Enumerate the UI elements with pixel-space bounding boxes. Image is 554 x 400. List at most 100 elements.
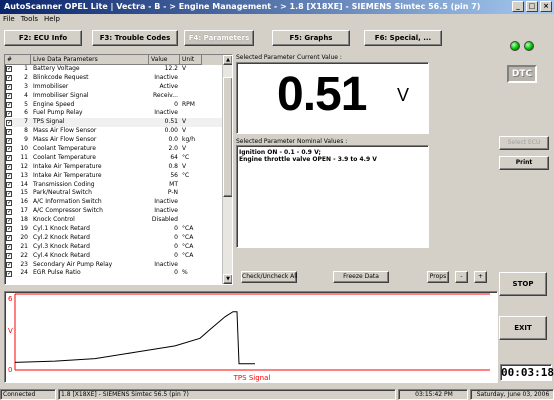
zoom-in-button[interactable]: + <box>474 271 487 283</box>
row-checkbox[interactable]: ✓ <box>5 269 13 278</box>
row-number: 4 <box>24 91 28 99</box>
table-row[interactable]: ✓ 12 Intake Air Temperature 0.8 V <box>5 163 232 172</box>
select-ecu-button[interactable]: Select ECU <box>499 136 549 150</box>
row-checkbox[interactable]: ✓ <box>5 163 13 172</box>
row-checkbox[interactable]: ✓ <box>5 136 13 145</box>
table-row[interactable]: ✓ 8 Mass Air Flow Sensor 0.00 V <box>5 127 232 136</box>
menu-file[interactable]: File <box>3 14 15 25</box>
row-checkbox[interactable]: ✓ <box>5 101 13 110</box>
minimize-button[interactable]: _ <box>512 1 524 12</box>
ecu-info-button[interactable]: F2: ECU Info <box>4 30 82 46</box>
row-checkbox[interactable]: ✓ <box>5 83 13 92</box>
row-unit: V <box>182 145 187 153</box>
row-number: 16 <box>20 198 28 206</box>
row-checkbox[interactable]: ✓ <box>5 109 13 118</box>
table-row[interactable]: ✓ 15 Park/Neutral Switch P-N <box>5 189 232 198</box>
table-row[interactable]: ✓ 9 Mass Air Flow Sensor 0.0 kg/h <box>5 136 232 145</box>
row-parameter-name: Fuel Pump Relay <box>33 109 83 117</box>
list-scrollbar[interactable]: ▲ ▼ <box>222 55 232 284</box>
checkmark-icon: ✓ <box>6 127 13 135</box>
row-checkbox[interactable]: ✓ <box>5 207 13 216</box>
row-checkbox[interactable]: ✓ <box>5 216 13 225</box>
header-unit: Unit <box>180 55 202 65</box>
row-parameter-name: Immobiliser <box>33 82 69 90</box>
row-value: Disabled <box>151 216 178 224</box>
row-value: P-N <box>167 189 178 197</box>
table-row[interactable]: ✓ 24 EGR Pulse Ratio 0% <box>5 269 232 278</box>
status-time: 03:15:42 PM <box>398 389 468 400</box>
row-checkbox[interactable]: ✓ <box>5 145 13 154</box>
checkmark-icon: ✓ <box>6 234 13 242</box>
status-led-1 <box>510 41 520 51</box>
zoom-out-button[interactable]: - <box>455 271 468 283</box>
row-checkbox[interactable]: ✓ <box>5 181 13 190</box>
table-row[interactable]: ✓ 14 Transmission Coding MT <box>5 181 232 190</box>
row-parameter-name: Immobiliser Signal <box>33 91 89 99</box>
scroll-up-arrow-icon[interactable]: ▲ <box>223 55 232 65</box>
maximize-button[interactable]: □ <box>526 1 538 12</box>
graphs-button[interactable]: F5: Graphs <box>272 30 350 46</box>
table-row[interactable]: ✓ 11 Coolant Temperature 64 °C <box>5 154 232 163</box>
table-row[interactable]: ✓ 3 Immobiliser Active <box>5 83 232 92</box>
row-value: 0 <box>174 269 178 277</box>
row-checkbox[interactable]: ✓ <box>5 234 13 243</box>
row-checkbox[interactable]: ✓ <box>5 74 13 83</box>
row-unit: RPM <box>182 100 195 108</box>
print-button[interactable]: Print <box>499 156 549 170</box>
table-row[interactable]: ✓ 1 Battery Voltage 12.2 V <box>5 65 232 74</box>
table-row[interactable]: ✓ 6 Fuel Pump Relay Inactive <box>5 109 232 118</box>
parameters-button[interactable]: F4: Parameters <box>184 30 254 46</box>
table-row[interactable]: ✓ 5 Engine Speed 0 RPM <box>5 101 232 110</box>
row-checkbox[interactable]: ✓ <box>5 198 13 207</box>
table-row[interactable]: ✓ 4 Immobiliser Signal Receiv... <box>5 92 232 101</box>
row-value: 0.8 <box>168 162 178 170</box>
table-row[interactable]: ✓ 2 Blinkcode Request Inactive <box>5 74 232 83</box>
menu-help[interactable]: Help <box>44 14 60 25</box>
status-ecu: 1.8 [X18XE] - SIEMENS Simtec 56.5 (pin 7… <box>58 389 396 400</box>
props-button[interactable]: Props <box>427 271 449 283</box>
special-button[interactable]: F6: Special, ... <box>364 30 442 46</box>
row-unit <box>180 207 202 216</box>
exit-button[interactable]: EXIT <box>499 316 547 340</box>
row-checkbox[interactable]: ✓ <box>5 118 13 127</box>
table-row[interactable]: ✓ 7 TPS Signal 0.51 V <box>5 118 232 128</box>
checkmark-icon: ✓ <box>6 109 13 117</box>
table-row[interactable]: ✓ 23 Secondary Air Pump Relay Inactive <box>5 261 232 270</box>
row-checkbox[interactable]: ✓ <box>5 65 13 74</box>
table-row[interactable]: ✓ 22 Cyl.4 Knock Retard 0 °CA <box>5 252 232 261</box>
freeze-data-button[interactable]: Freeze Data <box>333 271 389 283</box>
trouble-codes-button[interactable]: F3: Trouble Codes <box>92 30 178 46</box>
table-row[interactable]: ✓ 16 A/C Information Switch Inactive <box>5 198 232 207</box>
row-checkbox[interactable]: ✓ <box>5 92 13 101</box>
row-parameter-name: Transmission Coding <box>33 180 95 188</box>
table-row[interactable]: ✓ 19 Cyl.1 Knock Retard 0 °CA <box>5 225 232 234</box>
menu-tools[interactable]: Tools <box>21 14 38 25</box>
row-parameter-name: Cyl.2 Knock Retard <box>33 233 90 241</box>
row-parameter-name: Cyl.4 Knock Retard <box>33 251 90 259</box>
scroll-down-arrow-icon[interactable]: ▼ <box>223 274 232 284</box>
row-checkbox[interactable]: ✓ <box>5 243 13 252</box>
row-checkbox[interactable]: ✓ <box>5 261 13 270</box>
row-number: 21 <box>20 242 28 250</box>
table-row[interactable]: ✓ 18 Knock Control Disabled <box>5 216 232 225</box>
row-checkbox[interactable]: ✓ <box>5 189 13 198</box>
table-row[interactable]: ✓ 17 A/C Compressor Switch Inactive <box>5 207 232 216</box>
table-row[interactable]: ✓ 10 Coolant Temperature 2.0 V <box>5 145 232 154</box>
row-checkbox[interactable]: ✓ <box>5 172 13 181</box>
row-value: 2.0 <box>168 145 178 153</box>
row-parameter-name: A/C Compressor Switch <box>33 207 103 215</box>
stop-button[interactable]: STOP <box>499 272 547 296</box>
row-number: 8 <box>24 127 28 135</box>
close-button[interactable]: × <box>540 1 552 12</box>
y-min-label: 0 <box>8 366 12 374</box>
check-uncheck-all-button[interactable]: Check/Uncheck All <box>241 271 298 283</box>
checkmark-icon: ✓ <box>6 101 13 108</box>
table-row[interactable]: ✓ 21 Cyl.3 Knock Retard 0 °CA <box>5 243 232 252</box>
row-checkbox[interactable]: ✓ <box>5 127 13 136</box>
table-row[interactable]: ✓ 13 Intake Air Temperature 56 °C <box>5 172 232 181</box>
row-checkbox[interactable]: ✓ <box>5 252 13 261</box>
row-checkbox[interactable]: ✓ <box>5 225 13 234</box>
scroll-thumb[interactable] <box>223 77 232 197</box>
table-row[interactable]: ✓ 20 Cyl.2 Knock Retard 0 °CA <box>5 234 232 243</box>
row-checkbox[interactable]: ✓ <box>5 154 13 163</box>
